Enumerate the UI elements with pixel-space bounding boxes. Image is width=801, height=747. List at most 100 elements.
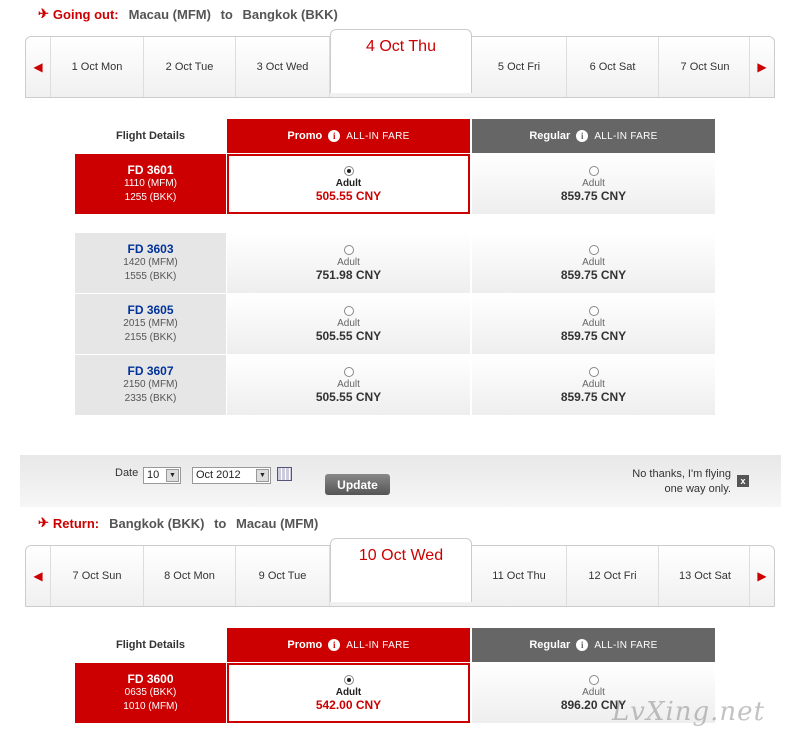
flight-details: FD 3600 0635 (BKK) 1010 (MFM) [75, 663, 226, 723]
return-prev-arrow-icon[interactable]: ◀ [26, 546, 51, 606]
flight-number[interactable]: FD 3607 [127, 364, 173, 378]
outbound-to-word: to [220, 6, 233, 22]
passenger-type: Adult [337, 378, 360, 390]
outbound-day-1[interactable]: 1 Oct Mon [51, 37, 144, 97]
promo-fare-cell[interactable]: Adult 542.00 CNY [227, 663, 470, 723]
flight-row: FD 3601 1110 (MFM) 1255 (BKK) Adult 505.… [75, 154, 715, 214]
day-select-value: 10 [147, 469, 160, 481]
fare-price: 859.75 CNY [560, 389, 627, 404]
info-icon[interactable]: i [576, 130, 589, 142]
passenger-type: Adult [582, 378, 605, 390]
outbound-header: ✈ Going out: Macau (MFM) to Bangkok (BKK… [38, 4, 344, 24]
return-from: Bangkok (BKK) [109, 515, 205, 531]
fare-price: 505.55 CNY [315, 328, 382, 343]
outbound-regular-header: Regular i ALL-IN FARE [472, 119, 715, 153]
fare-price: 505.55 CNY [315, 188, 382, 203]
passenger-type: Adult [582, 256, 605, 268]
arrival-time: 2155 (BKK) [124, 332, 177, 343]
chevron-down-icon[interactable]: ▼ [166, 469, 179, 482]
flight-details: FD 3607 2150 (MFM) 2335 (BKK) [75, 355, 226, 415]
outbound-prev-arrow-icon[interactable]: ◀ [26, 37, 51, 97]
info-icon[interactable]: i [328, 130, 341, 142]
update-button[interactable]: Update [325, 474, 390, 495]
return-header: ✈ Return: Bangkok (BKK) to Macau (MFM) [38, 513, 324, 533]
fare-radio[interactable] [343, 366, 354, 377]
outbound-day-7[interactable]: 7 Oct Sun [659, 37, 751, 97]
outbound-day-5[interactable]: 5 Oct Fri [472, 37, 567, 97]
flight-number[interactable]: FD 3603 [127, 242, 173, 256]
info-icon[interactable]: i [328, 639, 341, 651]
fare-price: 542.00 CNY [315, 697, 382, 712]
outbound-date-strip: ◀ 1 Oct Mon 2 Oct Tue 3 Oct Wed 4 Oct Th… [25, 29, 775, 98]
fare-price: 751.98 CNY [315, 267, 382, 282]
outbound-day-2[interactable]: 2 Oct Tue [144, 37, 236, 97]
day-select[interactable]: 10 ▼ [143, 467, 181, 484]
passenger-type: Adult [582, 686, 605, 698]
outbound-next-arrow-icon[interactable]: ▶ [749, 37, 774, 97]
return-day-7[interactable]: 13 Oct Sat [659, 546, 751, 606]
outbound-day-6[interactable]: 6 Oct Sat [567, 37, 659, 97]
outbound-promo-header: Promo i ALL-IN FARE [227, 119, 470, 153]
date-label: Date [115, 467, 139, 479]
arrival-time: 1555 (BKK) [124, 271, 177, 282]
passenger-type: Adult [335, 177, 362, 189]
flight-details: FD 3601 1110 (MFM) 1255 (BKK) [75, 154, 226, 214]
outbound-to: Bangkok (BKK) [242, 6, 338, 22]
fare-radio[interactable] [588, 674, 599, 685]
flight-row: FD 3605 2015 (MFM) 2155 (BKK) Adult 505.… [75, 294, 715, 354]
return-date-strip: ◀ 7 Oct Sun 8 Oct Mon 9 Oct Tue 10 Oct W… [25, 538, 775, 607]
passenger-type: Adult [337, 317, 360, 329]
fare-radio[interactable] [588, 244, 599, 255]
all-in-fare-label: ALL-IN FARE [594, 130, 658, 142]
regular-fare-cell[interactable]: Adult 859.75 CNY [472, 154, 715, 214]
fare-radio[interactable] [588, 366, 599, 377]
return-route: Bangkok (BKK) to Macau (MFM) [109, 516, 324, 531]
flight-number[interactable]: FD 3605 [127, 303, 173, 317]
arrival-time: 2335 (BKK) [124, 393, 177, 404]
return-next-arrow-icon[interactable]: ▶ [749, 546, 774, 606]
calendar-icon[interactable] [277, 467, 292, 481]
plane-depart-icon: ✈ [38, 6, 49, 21]
return-regular-header: Regular i ALL-IN FARE [472, 628, 715, 662]
promo-fare-cell[interactable]: Adult 505.55 CNY [227, 355, 470, 415]
month-select[interactable]: Oct 2012 ▼ [192, 467, 271, 484]
all-in-fare-label: ALL-IN FARE [346, 130, 410, 142]
regular-fare-cell[interactable]: Adult 859.75 CNY [472, 294, 715, 354]
promo-fare-cell[interactable]: Adult 751.98 CNY [227, 233, 470, 293]
passenger-type: Adult [337, 256, 360, 268]
return-promo-header: Promo i ALL-IN FARE [227, 628, 470, 662]
one-way-option[interactable]: No thanks, I'm flying one way only. [632, 467, 731, 497]
fare-radio[interactable] [588, 165, 599, 176]
close-icon[interactable]: x [737, 475, 749, 487]
return-day-5[interactable]: 11 Oct Thu [472, 546, 567, 606]
return-day-2[interactable]: 8 Oct Mon [144, 546, 236, 606]
outbound-day-selected[interactable]: 4 Oct Thu [330, 29, 472, 93]
return-day-3[interactable]: 9 Oct Tue [236, 546, 330, 606]
flight-number[interactable]: FD 3600 [127, 672, 173, 686]
return-to-word: to [214, 515, 227, 531]
promo-fare-cell[interactable]: Adult 505.55 CNY [227, 154, 470, 214]
fare-radio[interactable] [343, 165, 354, 176]
flight-details: FD 3603 1420 (MFM) 1555 (BKK) [75, 233, 226, 293]
chevron-down-icon[interactable]: ▼ [256, 469, 269, 482]
return-day-6[interactable]: 12 Oct Fri [567, 546, 659, 606]
promo-fare-cell[interactable]: Adult 505.55 CNY [227, 294, 470, 354]
regular-fare-cell[interactable]: Adult 859.75 CNY [472, 233, 715, 293]
return-day-selected[interactable]: 10 Oct Wed [330, 538, 472, 602]
return-label: Return: [52, 515, 100, 531]
regular-fare-cell[interactable]: Adult 859.75 CNY [472, 355, 715, 415]
outbound-route: Macau (MFM) to Bangkok (BKK) [129, 7, 344, 22]
arrival-time: 1255 (BKK) [124, 192, 177, 203]
fare-price: 859.75 CNY [560, 188, 627, 203]
regular-label: Regular [529, 130, 571, 142]
passenger-type: Adult [335, 686, 362, 698]
return-to: Macau (MFM) [236, 515, 319, 531]
fare-radio[interactable] [343, 674, 354, 685]
return-day-1[interactable]: 7 Oct Sun [51, 546, 144, 606]
fare-radio[interactable] [588, 305, 599, 316]
fare-radio[interactable] [343, 305, 354, 316]
info-icon[interactable]: i [576, 639, 589, 651]
fare-radio[interactable] [343, 244, 354, 255]
flight-number[interactable]: FD 3601 [127, 163, 173, 177]
outbound-day-3[interactable]: 3 Oct Wed [236, 37, 330, 97]
